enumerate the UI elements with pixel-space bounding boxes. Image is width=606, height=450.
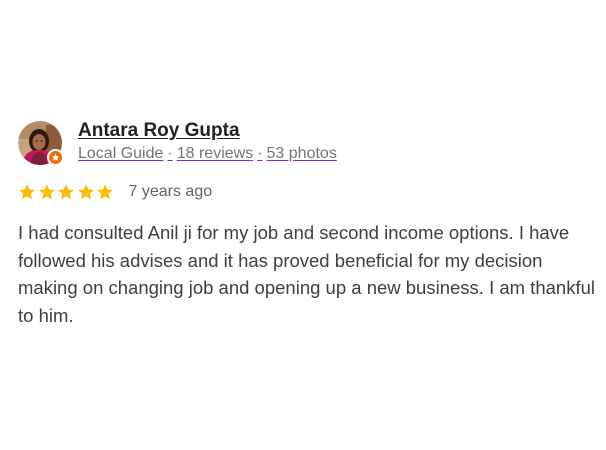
page: Antara Roy Gupta Local Guide · 18 reviews ·… [0, 0, 606, 450]
star-icon [97, 184, 113, 200]
star-icon [77, 184, 94, 200]
author-name-link[interactable]: Antara Roy Gupta [78, 120, 337, 142]
review-card: Antara Roy Gupta Local Guide · 18 reviews ·… [18, 120, 596, 329]
review-time: 7 years ago [128, 183, 213, 200]
local-guide-link[interactable]: Local Guide [78, 145, 163, 162]
star-rating [18, 183, 116, 201]
author-info: Antara Roy Gupta Local Guide · 18 reviews ·… [78, 120, 337, 165]
rating-row: 7 years ago [18, 180, 596, 204]
star-icon [38, 184, 55, 200]
meta-separator: · [167, 145, 173, 162]
review-text: I had consulted Anil ji for my job and s… [18, 222, 595, 326]
reviews-count-link[interactable]: 18 reviews [177, 145, 253, 162]
meta-separator: · [257, 145, 263, 162]
local-guide-star-badge-icon [47, 148, 64, 166]
photos-count-link[interactable]: 53 photos [267, 145, 337, 162]
star-icon [19, 184, 35, 200]
review-header: Antara Roy Gupta Local Guide · 18 reviews ·… [18, 120, 596, 166]
avatar[interactable] [18, 120, 64, 166]
author-meta: Local Guide · 18 reviews · 53 photos [78, 143, 337, 165]
star-icon [58, 184, 74, 200]
